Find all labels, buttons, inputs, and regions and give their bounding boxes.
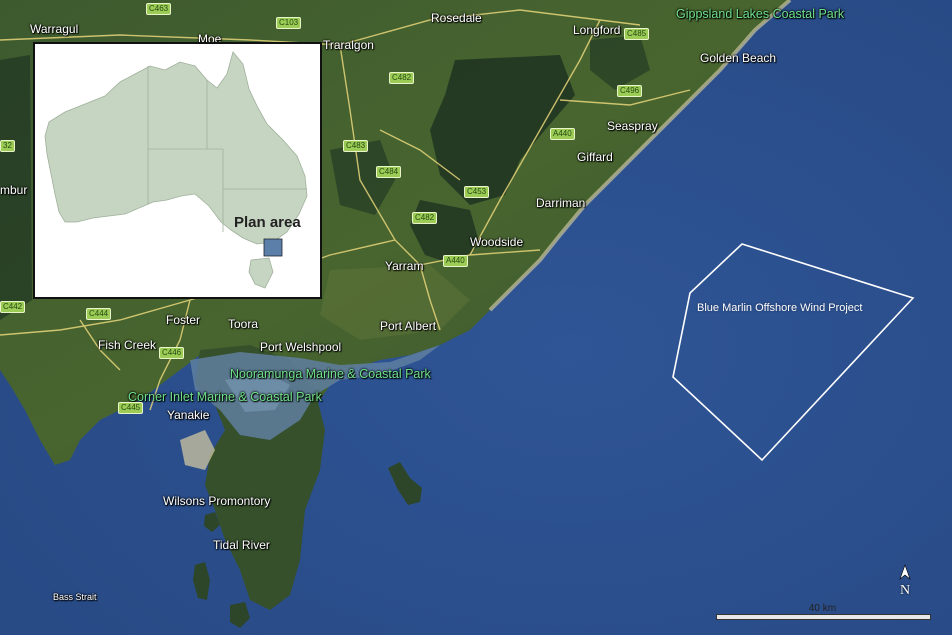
road-shield-c445: C445 [118,402,144,414]
tasmania [248,257,274,289]
inset-map: Plan area [33,42,322,299]
road-shield-c496: C496 [617,85,643,97]
place-label-traralgon: Traralgon [323,38,374,52]
place-label-longford: Longford [573,23,621,37]
road-shield-c442: C442 [0,301,26,313]
park-label-corner-inlet: Corner Inlet Marine & Coastal Park [128,390,322,404]
place-label-port-welshpool: Port Welshpool [260,340,342,354]
scale-bar-line [716,614,931,620]
road-shield-c444: C444 [86,308,112,320]
place-label-tidal-river: Tidal River [213,538,270,552]
road-shield-c463: C463 [146,3,172,15]
place-label-fish-creek: Fish Creek [98,338,157,352]
place-label-foster: Foster [166,313,201,327]
north-arrow-icon: N [896,563,914,603]
road-shield-c103: C103 [276,17,302,29]
scale-label: 40 km [808,603,837,614]
road-shield-c446: C446 [159,347,185,359]
place-label-darriman: Darriman [536,196,586,210]
plan-area-marker [263,238,283,257]
park-label-nooramunga: Nooramunga Marine & Coastal Park [230,367,431,381]
road-shield-c482-top: C482 [389,72,415,84]
scale-bar: 40 km [716,603,931,620]
park-label-gippsland-lakes: Gippsland Lakes Coastal Park [676,7,845,21]
place-label-leongatha-fragment: mbur [0,183,28,197]
place-label-toora: Toora [228,317,259,331]
place-label-wilsons-promontory: Wilsons Promontory [163,494,271,508]
road-shield-c483: C483 [343,140,369,152]
place-label-warragul: Warragul [30,22,79,36]
road-shield-a440-south: A440 [443,255,468,267]
place-label-golden-beach: Golden Beach [700,51,777,65]
inset-title: Plan area [234,214,301,231]
project-label: Blue Marlin Offshore Wind Project [697,302,863,314]
road-shield-c453: C453 [464,186,490,198]
place-label-seaspray: Seaspray [607,119,658,133]
road-shield-a440-north: A440 [550,128,575,140]
place-label-rosedale: Rosedale [431,11,482,25]
place-label-yanakie: Yanakie [167,408,210,422]
place-label-bass-strait: Bass Strait [53,592,97,602]
place-label-woodside: Woodside [470,235,524,249]
north-arrow-glyph [899,564,911,580]
place-label-giffard: Giffard [577,150,613,164]
road-shield-c484: C484 [376,166,402,178]
road-shield-32: 32 [0,140,15,152]
place-label-port-albert: Port Albert [380,319,437,333]
australia-inset-svg [44,51,308,289]
place-label-yarram: Yarram [385,259,424,273]
road-shield-c482-mid: C482 [412,212,438,224]
north-label: N [899,583,911,598]
road-shield-c485: C485 [624,28,650,40]
